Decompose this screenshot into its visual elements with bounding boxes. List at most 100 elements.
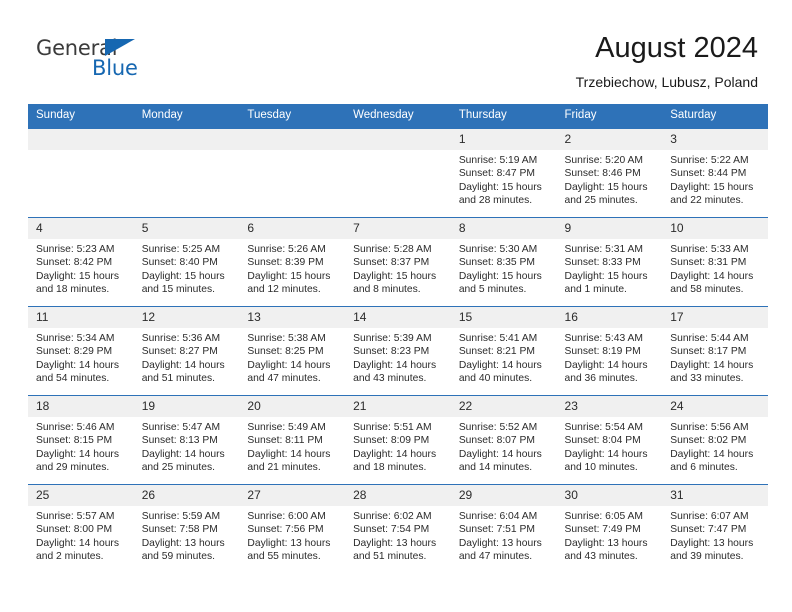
day-cell[interactable]: 15 Sunrise: 5:41 AM Sunset: 8:21 PM Dayligh… [450, 306, 557, 396]
day-cell[interactable]: 8 Sunrise: 5:30 AM Sunset: 8:35 PM Daylight… [450, 217, 557, 307]
day-cell[interactable]: 20 Sunrise: 5:49 AM Sunset: 8:11 PM Dayligh… [239, 395, 346, 485]
daylight-text: Daylight: 14 hours and 25 minutes. [141, 448, 225, 474]
sunset-text: Sunset: 8:37 PM [353, 257, 430, 269]
day-cell[interactable]: 14 Sunrise: 5:39 AM Sunset: 8:23 PM Dayligh… [345, 306, 451, 396]
triangle-icon [105, 39, 135, 56]
calendar-page: General Blue August 2024 Trzebiechow, Lu… [0, 0, 792, 612]
daylight-text: Daylight: 15 hours and 8 minutes. [353, 270, 437, 296]
day-cell[interactable]: 2 Sunrise: 5:20 AM Sunset: 8:46 PM Daylight… [556, 128, 663, 218]
day-cell[interactable]: 4 Sunrise: 5:23 AM Sunset: 8:42 PM Daylight… [28, 217, 134, 307]
weekday-header-monday: Monday [133, 104, 240, 129]
sunset-text: Sunset: 7:49 PM [564, 524, 641, 536]
day-cell[interactable]: 30 Sunrise: 6:05 AM Sunset: 7:49 PM Dayligh… [556, 484, 663, 573]
day-number: 22 [450, 396, 557, 417]
sunset-text: Sunset: 8:19 PM [564, 346, 641, 358]
sunrise-text: Sunrise: 5:51 AM [353, 422, 432, 433]
day-number [28, 129, 134, 150]
day-number [239, 129, 346, 150]
sunset-text: Sunset: 7:47 PM [670, 524, 747, 536]
daylight-text: Daylight: 13 hours and 43 minutes. [564, 537, 648, 563]
weekday-header-saturday: Saturday [662, 104, 768, 129]
sunrise-text: Sunrise: 5:49 AM [247, 422, 326, 433]
week-row: 18 Sunrise: 5:46 AM Sunset: 8:15 PM Dayligh… [28, 395, 768, 485]
day-number [133, 129, 240, 150]
day-number: 15 [450, 307, 557, 328]
sunset-text: Sunset: 8:04 PM [564, 435, 641, 447]
sunset-text: Sunset: 8:23 PM [353, 346, 430, 358]
day-cell[interactable]: 24 Sunrise: 5:56 AM Sunset: 8:02 PM Dayligh… [662, 395, 768, 485]
sunset-text: Sunset: 8:33 PM [564, 257, 641, 269]
day-info: Sunrise: 5:49 AM Sunset: 8:11 PM Daylight:… [239, 417, 345, 475]
day-info: Sunrise: 5:38 AM Sunset: 8:25 PM Daylight:… [239, 328, 345, 386]
day-cell[interactable]: 1 Sunrise: 5:19 AM Sunset: 8:47 PM Daylight… [450, 128, 557, 218]
sunrise-text: Sunrise: 5:56 AM [670, 422, 749, 433]
day-cell[interactable]: 3 Sunrise: 5:22 AM Sunset: 8:44 PM Daylight… [662, 128, 768, 218]
calendar-header-row: Sunday Monday Tuesday Wednesday Thursday Frid… [28, 104, 768, 129]
day-info: Sunrise: 5:43 AM Sunset: 8:19 PM Daylight:… [557, 328, 663, 386]
sunset-text: Sunset: 8:44 PM [670, 168, 747, 180]
day-number: 26 [133, 485, 240, 506]
day-cell[interactable]: 5 Sunrise: 5:25 AM Sunset: 8:40 PM Daylight… [133, 217, 240, 307]
day-number: 21 [345, 396, 451, 417]
day-cell[interactable]: 21 Sunrise: 5:51 AM Sunset: 8:09 PM Dayligh… [345, 395, 451, 485]
daylight-text: Daylight: 13 hours and 59 minutes. [141, 537, 225, 563]
day-cell[interactable]: 17 Sunrise: 5:44 AM Sunset: 8:17 PM Dayligh… [662, 306, 768, 396]
day-cell[interactable]: 26 Sunrise: 5:59 AM Sunset: 7:58 PM Dayligh… [133, 484, 240, 573]
day-info: Sunrise: 6:04 AM Sunset: 7:51 PM Daylight:… [451, 506, 557, 564]
day-info: Sunrise: 5:34 AM Sunset: 8:29 PM Daylight:… [28, 328, 134, 386]
day-number: 1 [450, 129, 557, 150]
day-info: Sunrise: 5:46 AM Sunset: 8:15 PM Daylight:… [28, 417, 134, 475]
sunrise-text: Sunrise: 5:36 AM [141, 333, 221, 344]
day-cell[interactable]: 16 Sunrise: 5:43 AM Sunset: 8:19 PM Dayligh… [556, 306, 663, 396]
day-info: Sunrise: 5:36 AM Sunset: 8:27 PM Daylight:… [134, 328, 240, 386]
day-cell[interactable]: 23 Sunrise: 5:54 AM Sunset: 8:04 PM Dayligh… [556, 395, 663, 485]
day-cell[interactable]: 29 Sunrise: 6:04 AM Sunset: 7:51 PM Dayligh… [450, 484, 557, 573]
day-number: 6 [239, 218, 346, 239]
sunset-text: Sunset: 8:17 PM [670, 346, 747, 358]
day-info: Sunrise: 5:22 AM Sunset: 8:44 PM Daylight:… [662, 150, 768, 208]
day-cell[interactable]: 9 Sunrise: 5:31 AM Sunset: 8:33 PM Daylight… [556, 217, 663, 307]
day-cell-empty [239, 128, 346, 218]
daylight-text: Daylight: 15 hours and 15 minutes. [141, 270, 225, 296]
day-cell[interactable]: 31 Sunrise: 6:07 AM Sunset: 7:47 PM Dayligh… [662, 484, 768, 573]
day-cell[interactable]: 19 Sunrise: 5:47 AM Sunset: 8:13 PM Dayligh… [133, 395, 240, 485]
day-cell[interactable]: 7 Sunrise: 5:28 AM Sunset: 8:37 PM Daylight… [345, 217, 451, 307]
calendar-table: Sunday Monday Tuesday Wednesday Thursday Frid… [28, 104, 768, 573]
day-cell[interactable]: 22 Sunrise: 5:52 AM Sunset: 8:07 PM Dayligh… [450, 395, 557, 485]
sunrise-text: Sunrise: 5:33 AM [670, 244, 749, 255]
day-cell[interactable]: 12 Sunrise: 5:36 AM Sunset: 8:27 PM Dayligh… [133, 306, 240, 396]
weekday-header-row: Sunday Monday Tuesday Wednesday Thursday Frid… [28, 104, 768, 129]
sunrise-text: Sunrise: 5:57 AM [36, 511, 115, 522]
sunset-text: Sunset: 8:27 PM [141, 346, 218, 358]
sunset-text: Sunset: 8:15 PM [36, 435, 113, 447]
day-cell[interactable]: 6 Sunrise: 5:26 AM Sunset: 8:39 PM Daylight… [239, 217, 346, 307]
week-row: 1 Sunrise: 5:19 AM Sunset: 8:47 PM Daylight… [28, 128, 768, 218]
sunset-text: Sunset: 7:51 PM [458, 524, 535, 536]
sunrise-text: Sunrise: 5:44 AM [670, 333, 749, 344]
daylight-text: Daylight: 14 hours and 33 minutes. [670, 359, 754, 385]
sunset-text: Sunset: 7:58 PM [141, 524, 218, 536]
general-blue-logo[interactable]: General Blue [36, 36, 166, 84]
day-cell[interactable]: 10 Sunrise: 5:33 AM Sunset: 8:31 PM Dayligh… [662, 217, 768, 307]
daylight-text: Daylight: 14 hours and 43 minutes. [353, 359, 437, 385]
logo-text-blue: Blue [92, 56, 138, 80]
sunrise-text: Sunrise: 6:02 AM [353, 511, 432, 522]
daylight-text: Daylight: 13 hours and 47 minutes. [458, 537, 542, 563]
day-number: 8 [450, 218, 557, 239]
day-cell[interactable]: 18 Sunrise: 5:46 AM Sunset: 8:15 PM Dayligh… [28, 395, 134, 485]
sunrise-text: Sunrise: 5:23 AM [36, 244, 115, 255]
daylight-text: Daylight: 14 hours and 21 minutes. [247, 448, 331, 474]
day-cell[interactable]: 28 Sunrise: 6:02 AM Sunset: 7:54 PM Dayligh… [345, 484, 451, 573]
day-cell[interactable]: 27 Sunrise: 6:00 AM Sunset: 7:56 PM Dayligh… [239, 484, 346, 573]
day-cell[interactable]: 13 Sunrise: 5:38 AM Sunset: 8:25 PM Dayligh… [239, 306, 346, 396]
day-info: Sunrise: 5:31 AM Sunset: 8:33 PM Daylight:… [557, 239, 663, 297]
daylight-text: Daylight: 15 hours and 25 minutes. [564, 181, 648, 207]
sunrise-text: Sunrise: 5:39 AM [353, 333, 432, 344]
day-cell[interactable]: 11 Sunrise: 5:34 AM Sunset: 8:29 PM Dayligh… [28, 306, 134, 396]
sunrise-text: Sunrise: 5:20 AM [564, 155, 643, 166]
daylight-text: Daylight: 14 hours and 47 minutes. [247, 359, 331, 385]
day-cell[interactable]: 25 Sunrise: 5:57 AM Sunset: 8:00 PM Dayligh… [28, 484, 134, 573]
daylight-text: Daylight: 15 hours and 12 minutes. [247, 270, 331, 296]
day-number: 23 [556, 396, 663, 417]
day-info: Sunrise: 5:41 AM Sunset: 8:21 PM Daylight:… [451, 328, 557, 386]
